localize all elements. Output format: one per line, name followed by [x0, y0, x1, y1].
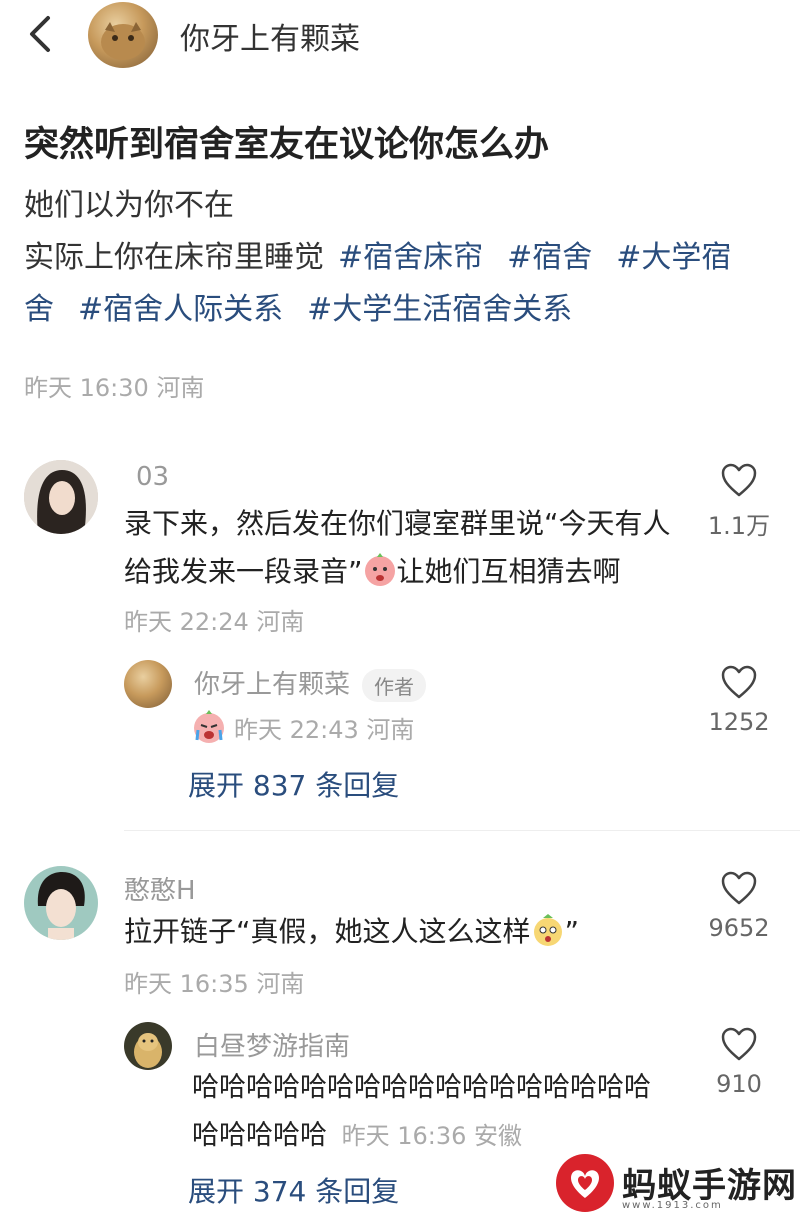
comment-meta: 昨天 22:24 河南 [124, 608, 305, 636]
post-line-1: 她们以为你不在 [24, 188, 234, 223]
heart-icon [721, 1027, 757, 1061]
author-badge: 作者 [362, 669, 427, 702]
hashtag[interactable]: #大学生活宿舍关系 [307, 292, 572, 327]
replier-name[interactable]: 白昼梦游指南 [194, 1026, 350, 1063]
heart-icon [721, 871, 757, 905]
comment-meta: 昨天 16:35 河南 [124, 970, 305, 998]
top-bar: 你牙上有颗菜 [0, 0, 800, 70]
back-chevron-icon[interactable] [24, 14, 60, 54]
post-line-2: 实际上你在床帘里睡觉 #宿舍床帘 #宿舍 #大学宿舍 #宿舍人际关系 #大学生活宿舍关系 [24, 232, 776, 336]
hashtag[interactable]: #宿舍床帘 [338, 240, 483, 275]
reply-text-block: 哈哈哈哈哈哈哈哈哈哈哈哈哈哈哈哈哈哈哈哈哈哈 昨天 16:36 安徽 [192, 1064, 672, 1160]
like-count: 910 [716, 1070, 762, 1098]
reply-meta: 昨天 16:36 安徽 [341, 1122, 523, 1150]
expand-replies-button[interactable]: 展开 374 条回复 [188, 1170, 399, 1210]
author-name[interactable]: 你牙上有颗菜 [180, 14, 360, 58]
watermark-logo-icon [556, 1154, 614, 1212]
commenter-avatar[interactable] [24, 866, 98, 940]
like-button[interactable]: 9652 [694, 870, 784, 942]
replier-avatar[interactable] [124, 1022, 172, 1070]
hashtag[interactable]: #宿舍人际关系 [78, 292, 283, 327]
replier-name-row: 你牙上有颗菜 作者 [194, 664, 427, 702]
scared-face-emoji-icon [531, 913, 565, 947]
post-body: 她们以为你不在 实际上你在床帘里睡觉 #宿舍床帘 #宿舍 #大学宿舍 #宿舍人际关系 #大… [24, 180, 776, 336]
replier-name[interactable]: 你牙上有颗菜 [194, 670, 350, 700]
author-avatar[interactable] [88, 2, 158, 68]
commenter-name[interactable]: 憨憨H [124, 870, 196, 907]
like-button[interactable]: 1252 [694, 664, 784, 736]
post-meta: 昨天 16:30 河南 [24, 374, 205, 402]
crying-face-emoji-icon [192, 710, 226, 744]
heart-icon [721, 665, 757, 699]
heart-icon [721, 463, 757, 497]
watermark-url: www.1913.com [622, 1200, 723, 1211]
crying-face-emoji-icon [363, 553, 397, 587]
replier-avatar[interactable] [124, 660, 172, 708]
reply-meta: 昨天 22:43 河南 [192, 710, 414, 745]
like-count: 1252 [708, 708, 770, 736]
expand-replies-button[interactable]: 展开 837 条回复 [188, 764, 399, 804]
post-title: 突然听到宿舍室友在议论你怎么办 [24, 125, 550, 165]
watermark: 蚂蚁手游网 www.1913.com [556, 1154, 796, 1216]
comment-text: 拉开链子“真假，她这人这么这样 ” [124, 908, 694, 956]
like-count: 9652 [708, 914, 770, 942]
comment-text-part: 让她们互相猜去啊 [396, 555, 621, 588]
comment-text-part: 拉开链子“真假，她这人这么这样 [124, 915, 531, 948]
commenter-name[interactable]: 03 [136, 462, 169, 492]
like-count: 1.1万 [707, 512, 771, 540]
reply-meta-text: 昨天 22:43 河南 [234, 716, 415, 744]
like-button[interactable]: 1.1万 [694, 462, 784, 541]
hashtag[interactable]: #宿舍 [507, 240, 592, 275]
divider [124, 830, 800, 831]
like-button[interactable]: 910 [694, 1026, 784, 1098]
commenter-avatar[interactable] [24, 460, 98, 534]
comment-text: 录下来，然后发在你们寝室群里说“今天有人给我发来一段录音” 让她们互相猜去啊 [124, 500, 694, 596]
post-line-2-text: 实际上你在床帘里睡觉 [24, 240, 324, 275]
comment-text-part: ” [564, 915, 580, 948]
